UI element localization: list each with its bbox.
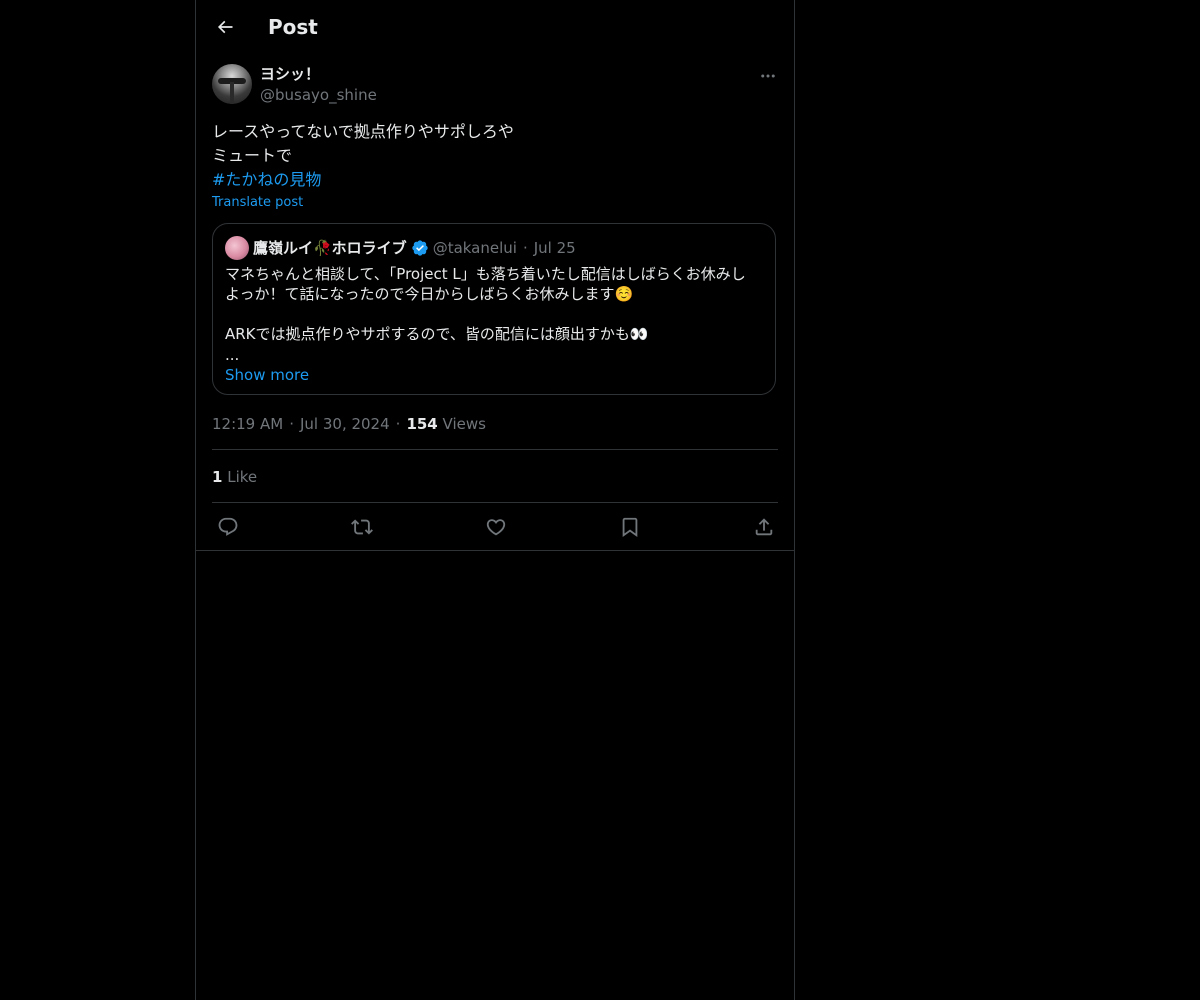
separator-dot: ·: [289, 415, 294, 433]
heart-icon: [485, 516, 507, 538]
author-handle[interactable]: @busayo_shine: [260, 85, 377, 105]
likes-label: Like: [227, 468, 258, 486]
quoted-post[interactable]: 鷹嶺ルイ🥀ホロライブ @takanelui · Jul 25 マネちゃんと相談し…: [212, 223, 776, 395]
divider: [212, 449, 778, 450]
views-label: Views: [442, 415, 486, 433]
arrow-left-icon: [215, 17, 235, 37]
quoted-text-line: よっか！て話になったので今日からしばらくお休みします☺️: [225, 285, 634, 303]
hashtag-link[interactable]: #たかねの見物: [212, 168, 772, 192]
share-icon: [753, 516, 775, 538]
quoted-text-line: マネちゃんと相談して、「Project L」も落ち着いたし配信はしばらくお休みし: [225, 265, 746, 283]
author-display-name[interactable]: ヨシッ！: [260, 64, 320, 84]
separator-dot: ·: [522, 239, 528, 257]
quoted-avatar: [225, 236, 249, 260]
show-more-link[interactable]: Show more: [225, 365, 309, 385]
post-text-line: ミュートで: [212, 146, 293, 165]
page-title: Post: [268, 15, 318, 39]
quoted-header: 鷹嶺ルイ🥀ホロライブ @takanelui · Jul 25: [253, 237, 576, 259]
reply-button[interactable]: [216, 515, 240, 539]
likes-link[interactable]: 1 Like: [212, 467, 257, 487]
more-horizontal-icon: [759, 67, 777, 85]
back-button[interactable]: [208, 10, 242, 44]
repost-icon: [351, 516, 373, 538]
post-detail-column: Post ヨシッ！ @busayo_shine レースやってないで拠点作りやサポ…: [195, 0, 795, 1000]
quoted-display-name: 鷹嶺ルイ🥀ホロライブ: [253, 239, 407, 257]
divider: [196, 550, 794, 551]
quoted-text-line: ...: [225, 346, 240, 364]
post-text-line: レースやってないで拠点作りやサポしろや: [212, 122, 514, 141]
post-metadata: 12:19 AM · Jul 30, 2024 · 154 Views: [212, 414, 486, 434]
action-bar: [196, 504, 794, 550]
reply-icon: [217, 516, 239, 538]
quoted-text: マネちゃんと相談して、「Project L」も落ち着いたし配信はしばらくお休みし…: [225, 264, 765, 366]
share-button[interactable]: [752, 515, 776, 539]
separator-dot: ·: [395, 415, 401, 433]
quoted-date: Jul 25: [533, 239, 576, 257]
verified-badge-icon: [411, 239, 429, 257]
translate-post-link[interactable]: Translate post: [212, 194, 303, 212]
bookmark-icon: [619, 516, 641, 538]
more-button[interactable]: [756, 64, 780, 88]
quoted-text-line: ARKでは拠点作りやサポするので、皆の配信には顔出すかも👀: [225, 325, 649, 343]
views-count: 154: [406, 415, 438, 433]
bookmark-button[interactable]: [618, 515, 642, 539]
repost-button[interactable]: [350, 515, 374, 539]
like-button[interactable]: [484, 515, 508, 539]
post-text: レースやってないで拠点作りやサポしろや ミュートで #たかねの見物: [212, 120, 772, 192]
quoted-text-line: [225, 304, 765, 324]
divider: [212, 502, 778, 503]
post-time[interactable]: 12:19 AM: [212, 415, 283, 433]
likes-count: 1: [212, 468, 223, 486]
top-bar: Post: [196, 0, 794, 53]
quoted-handle: @takanelui: [432, 239, 517, 257]
avatar[interactable]: [212, 64, 252, 104]
post-date[interactable]: Jul 30, 2024: [300, 415, 390, 433]
